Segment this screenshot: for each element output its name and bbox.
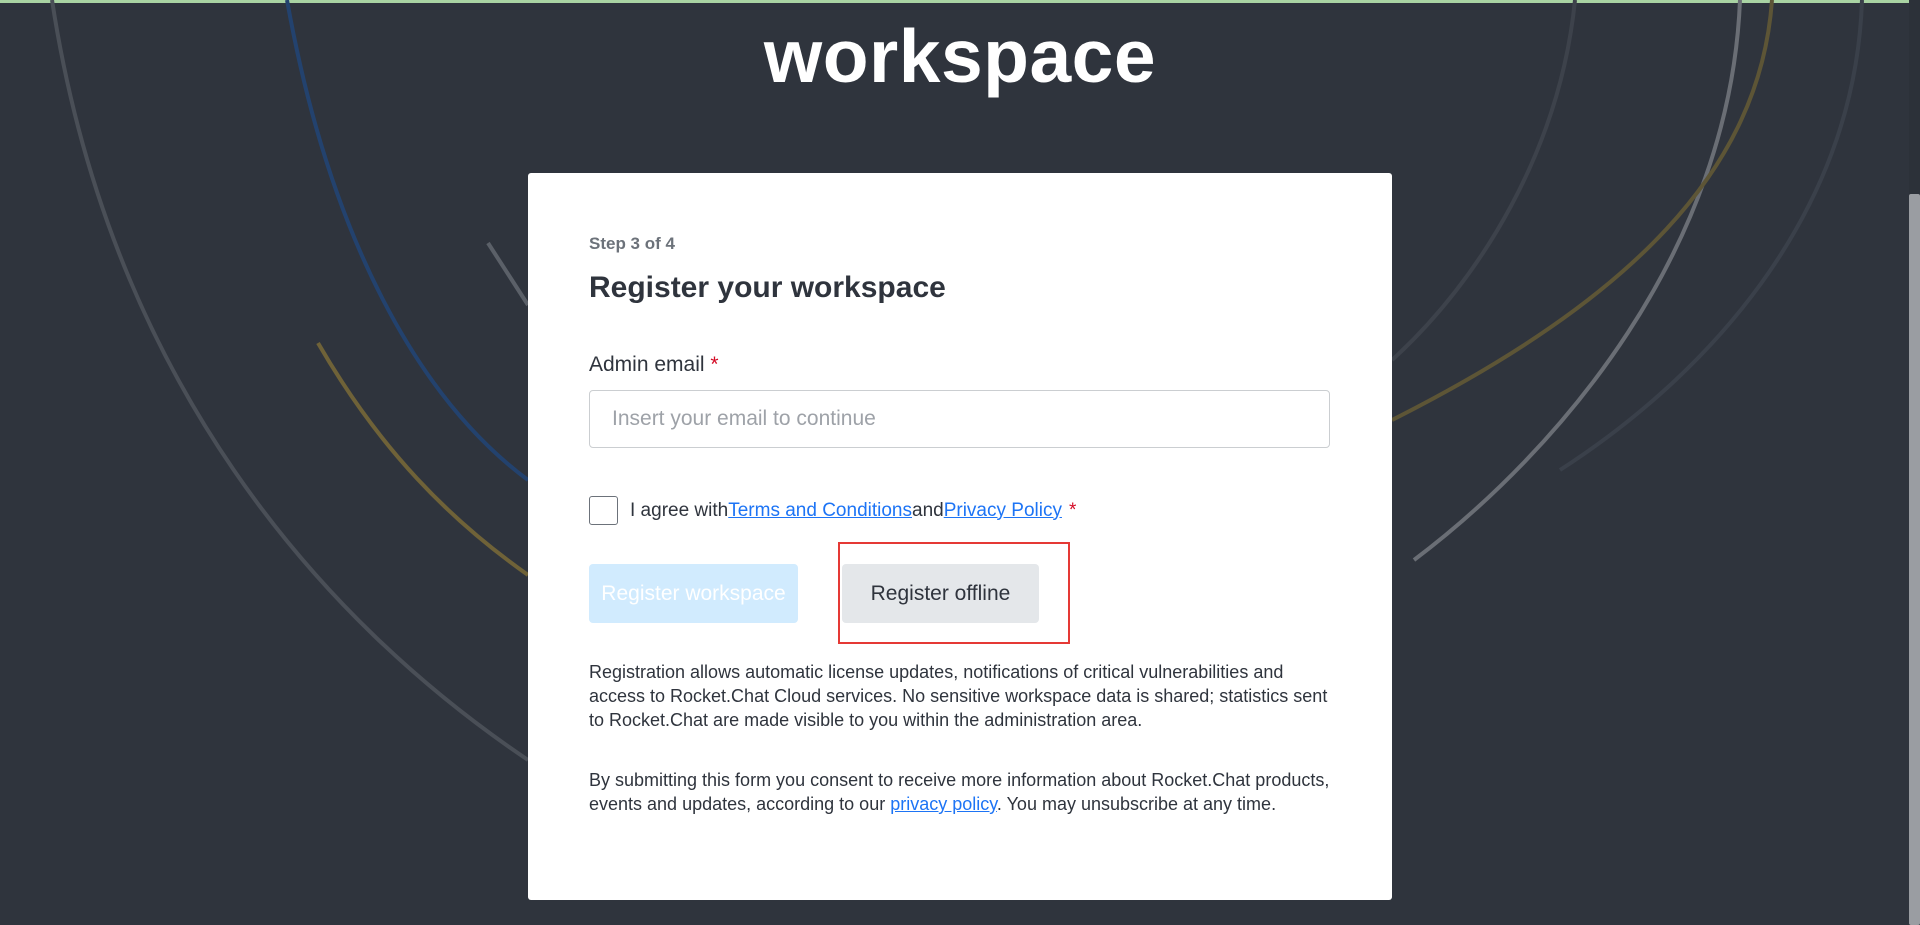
- required-mark: *: [1068, 499, 1077, 521]
- terms-agreement-row: I agree with Terms and Conditions and Pr…: [589, 495, 1076, 526]
- step-label: Step 3 of 4: [589, 234, 675, 253]
- register-offline-button[interactable]: Register offline: [842, 564, 1039, 623]
- admin-email-label: Admin email *: [589, 353, 719, 377]
- admin-email-label-text: Admin email: [589, 353, 705, 376]
- register-workspace-card: Step 3 of 4 Register your workspace Admi…: [528, 173, 1392, 900]
- consent-privacy-policy-link[interactable]: privacy policy: [890, 794, 997, 814]
- terms-and-conditions-link[interactable]: Terms and Conditions: [728, 500, 912, 522]
- required-mark: *: [710, 353, 719, 376]
- consent-info-text: By submitting this form you consent to r…: [589, 768, 1334, 816]
- admin-email-input[interactable]: [589, 390, 1330, 448]
- agree-prefix-text: I agree with: [630, 499, 729, 521]
- arc-outer-left: [50, 0, 530, 762]
- scrollbar-thumb[interactable]: [1909, 194, 1920, 925]
- agree-joiner-text: and: [912, 499, 944, 521]
- hero-title: workspace: [763, 14, 1157, 98]
- terms-agreement-checkbox[interactable]: [589, 496, 618, 525]
- arc-grey-small: [486, 241, 530, 307]
- registration-info-text: Registration allows automatic license up…: [589, 662, 1328, 730]
- privacy-policy-link[interactable]: Privacy Policy: [944, 500, 1062, 522]
- page: workspace Step 3 of 4 Register your work…: [0, 0, 1920, 925]
- arc-gold-left: [316, 341, 530, 577]
- form-title: Register your workspace: [589, 271, 946, 304]
- register-workspace-button[interactable]: Register workspace: [589, 564, 798, 623]
- consent-text-after: . You may unsubscribe at any time.: [996, 794, 1277, 814]
